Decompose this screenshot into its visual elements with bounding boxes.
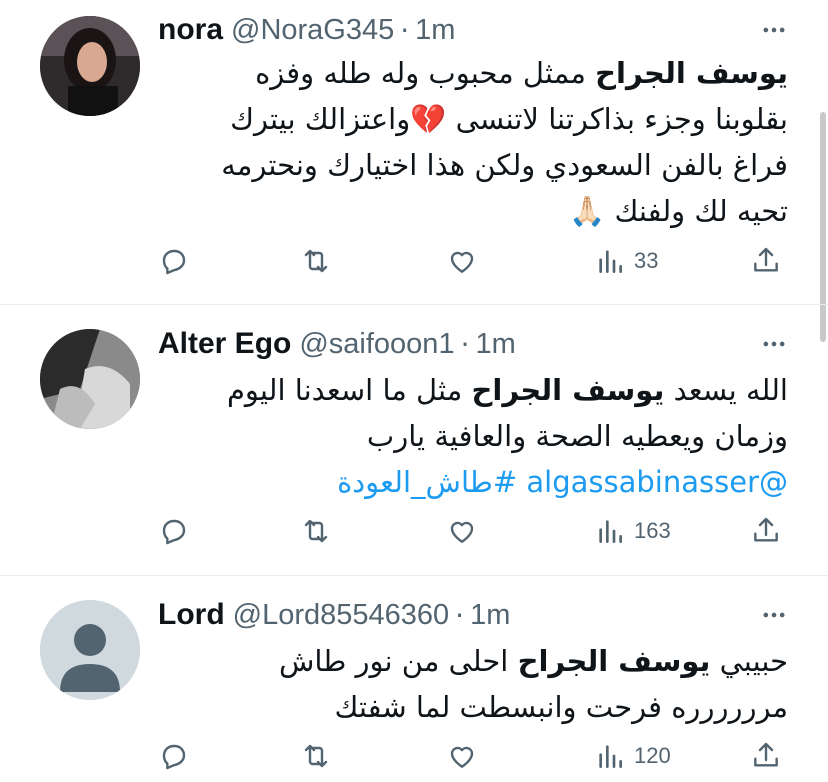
view-count: 120: [634, 743, 671, 768]
display-name[interactable]: Lord: [158, 598, 225, 632]
like-button[interactable]: [446, 736, 478, 776]
retweet-button[interactable]: [300, 511, 332, 551]
retweet-icon: [304, 744, 328, 768]
view-count: 163: [634, 518, 671, 543]
action-bar: 33: [158, 241, 788, 281]
text-segment: احلى من نور طاش: [278, 644, 518, 678]
text-segment: حبيبي: [710, 644, 788, 678]
text-segment: ممثل محبوب وله طله وفزه: [255, 56, 596, 90]
reply-button[interactable]: [158, 736, 190, 776]
like-button[interactable]: [446, 241, 478, 281]
reply-icon: [162, 519, 186, 545]
timestamp[interactable]: 1m: [415, 14, 455, 47]
like-button[interactable]: [446, 511, 478, 551]
user-handle[interactable]: @Lord85546360: [233, 599, 450, 632]
text-line: مرررررره فرحت وانبسطت لما شفتك: [334, 690, 788, 724]
tweet-lord[interactable]: Lord @Lord85546360 · 1m حبيبي يوسف الجرا…: [0, 576, 828, 782]
like-icon: [450, 251, 474, 273]
text-line: وزمان ويعطيه الصحة والعافية يارب: [366, 419, 788, 453]
text-line: الله يسعد يوسف الجراح مثل ما اسعدنا اليو…: [158, 367, 788, 413]
more-icon[interactable]: [760, 330, 788, 358]
more-icon[interactable]: [760, 601, 788, 629]
tweet-nora[interactable]: nora @NoraG345 · 1m يوسف الجراح ممثل محب…: [0, 0, 828, 304]
views-button[interactable]: 163: [594, 511, 671, 551]
mention-bold: يوسف الجراح: [471, 373, 665, 407]
action-bar: 163: [158, 511, 788, 551]
tweet-text: حبيبي يوسف الجراح احلى من نور طاش مررررر…: [158, 638, 788, 730]
text-line: تحيه لك ولفنك 🙏🏻: [569, 194, 788, 228]
timestamp[interactable]: 1m: [475, 328, 515, 361]
reply-button[interactable]: [158, 511, 190, 551]
text-segment: مثل ما اسعدنا اليوم: [226, 373, 472, 407]
mention-hashtag-link[interactable]: @algassabinasser #طاش_العودة: [158, 459, 788, 505]
avatar[interactable]: [40, 600, 140, 700]
reply-button[interactable]: [158, 241, 190, 281]
more-icon[interactable]: [760, 16, 788, 44]
reply-icon: [162, 249, 186, 275]
reply-icon: [162, 744, 186, 770]
tweet-text: الله يسعد يوسف الجراح مثل ما اسعدنا اليو…: [158, 367, 788, 505]
like-icon: [450, 746, 474, 768]
retweet-button[interactable]: [300, 736, 332, 776]
display-name[interactable]: nora: [158, 13, 223, 47]
share-icon: [754, 517, 778, 542]
avatar[interactable]: [40, 16, 140, 116]
tweet-header: nora @NoraG345 · 1m: [158, 10, 788, 50]
text-line: حبيبي يوسف الجراح احلى من نور طاش: [158, 638, 788, 684]
tweet-header: Alter Ego @saifooon1 · 1m: [158, 324, 788, 364]
text-line: بقلوبنا وجزء بذاكرتنا لاتنسى 💔واعتزالك ب…: [230, 102, 788, 136]
views-icon: [599, 745, 622, 768]
retweet-icon: [304, 249, 328, 273]
separator: ·: [455, 598, 465, 632]
share-icon: [754, 742, 778, 767]
mention-bold: يوسف الجراح: [517, 644, 711, 678]
user-handle[interactable]: @NoraG345: [231, 14, 394, 47]
tweet-alter-ego[interactable]: Alter Ego @saifooon1 · 1m الله يسعد يوسف…: [0, 305, 828, 575]
view-count: 33: [634, 248, 659, 273]
share-button[interactable]: [750, 511, 782, 551]
views-icon: [599, 250, 622, 273]
display-name[interactable]: Alter Ego: [158, 327, 291, 361]
tweet-text: يوسف الجراح ممثل محبوب وله طله وفزه بقلو…: [158, 50, 788, 234]
share-button[interactable]: [750, 736, 782, 776]
tweet-header: Lord @Lord85546360 · 1m: [158, 595, 788, 635]
text-line: يوسف الجراح ممثل محبوب وله طله وفزه: [158, 50, 788, 96]
views-button[interactable]: 33: [594, 241, 658, 281]
user-handle[interactable]: @saifooon1: [299, 328, 454, 361]
action-bar: 120: [158, 736, 788, 776]
default-avatar-icon: [40, 600, 140, 700]
text-segment: الله يسعد: [664, 373, 788, 407]
avatar-photo: [40, 16, 140, 116]
separator: ·: [400, 13, 410, 47]
timestamp[interactable]: 1m: [470, 599, 510, 632]
avatar[interactable]: [40, 329, 140, 429]
text-line: فراغ بالفن السعودي ولكن هذا اختيارك ونحت…: [221, 148, 788, 182]
retweet-button[interactable]: [300, 241, 332, 281]
separator: ·: [460, 327, 470, 361]
like-icon: [450, 521, 474, 543]
share-button[interactable]: [750, 241, 782, 281]
views-button[interactable]: 120: [594, 736, 671, 776]
share-icon: [754, 247, 778, 272]
retweet-icon: [304, 519, 328, 543]
views-icon: [599, 520, 622, 543]
mention-bold: يوسف الجراح: [595, 56, 788, 90]
avatar-photo: [40, 329, 140, 429]
